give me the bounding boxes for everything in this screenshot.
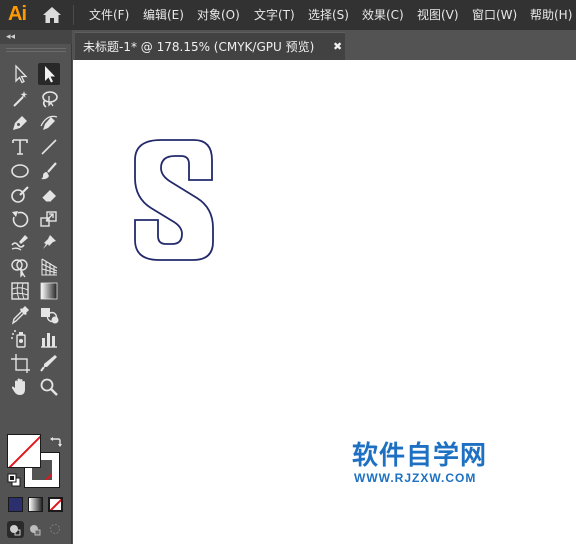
menu-divider [73, 5, 74, 25]
blend-icon [41, 308, 59, 324]
eraser-icon [41, 190, 56, 203]
watermark-url: WWW.RJZXW.COM [354, 471, 477, 485]
swap-colors-icon[interactable] [48, 435, 62, 449]
pen-icon [13, 116, 27, 130]
none-color-slash [8, 435, 40, 467]
slice-knife-icon [40, 355, 57, 372]
blend-tool[interactable] [38, 304, 60, 326]
hand-icon [11, 378, 25, 395]
ellipse-tool[interactable] [9, 160, 31, 182]
puppet-warp-tool[interactable] [38, 232, 60, 254]
menu-effect[interactable]: 效果(C) [362, 7, 404, 23]
pin-icon [43, 235, 56, 249]
artboard-tool[interactable] [9, 352, 31, 374]
gradient-mode-button[interactable] [28, 497, 43, 512]
direct-selection-icon [45, 66, 55, 83]
letter-s-outline[interactable] [125, 132, 235, 282]
blob-brush-icon [11, 186, 29, 203]
direct-selection-tool[interactable] [38, 63, 60, 85]
rotate-tool[interactable] [9, 208, 31, 230]
slice-tool[interactable] [38, 352, 60, 374]
gradient-icon [40, 282, 58, 300]
scale-icon [40, 211, 57, 227]
type-icon [12, 139, 28, 155]
document-tab[interactable]: 未标题-1* @ 178.15% (CMYK/GPU 预览) ✖ [75, 32, 345, 60]
close-icon[interactable]: ✖ [333, 39, 342, 55]
selection-tool[interactable] [9, 63, 31, 85]
app-logo: Ai [8, 3, 27, 25]
eraser-tool[interactable] [38, 184, 60, 206]
menu-window[interactable]: 窗口(W) [472, 7, 517, 23]
draw-inside-icon[interactable] [47, 521, 64, 538]
eyedropper-tool[interactable] [9, 304, 31, 326]
gradient-tool[interactable] [38, 280, 60, 302]
tools-panel: ◂◂ [0, 30, 72, 544]
eyedropper-icon [11, 306, 29, 325]
menu-object[interactable]: 对象(O) [197, 7, 240, 23]
mesh-icon [11, 282, 29, 300]
column-graph-icon [41, 333, 57, 348]
paintbrush-icon [41, 162, 57, 180]
warp-icon [11, 235, 28, 251]
scale-tool[interactable] [38, 208, 60, 230]
paintbrush-tool[interactable] [38, 160, 60, 182]
zoom-tool[interactable] [38, 376, 60, 398]
menu-edit[interactable]: 编辑(E) [143, 7, 184, 23]
warp-tool[interactable] [9, 232, 31, 254]
tools-panel-header[interactable]: ◂◂ [0, 30, 72, 44]
line-tool[interactable] [38, 136, 60, 158]
artboard-icon [11, 354, 30, 373]
menu-select[interactable]: 选择(S) [308, 7, 349, 23]
color-mode-button[interactable] [8, 497, 23, 512]
illustrator-window: Ai 文件(F) 编辑(E) 对象(O) 文字(T) 选择(S) 效果(C) 视… [0, 0, 576, 544]
document-tab-title: 未标题-1* @ 178.15% (CMYK/GPU 预览) [83, 40, 315, 54]
menu-view[interactable]: 视图(V) [417, 7, 459, 23]
selection-arrow-icon [15, 64, 28, 84]
panel-grip[interactable] [6, 48, 66, 52]
mesh-tool[interactable] [9, 280, 31, 302]
hand-tool[interactable] [9, 376, 31, 398]
symbol-sprayer-icon [11, 330, 26, 348]
default-colors-icon[interactable] [7, 473, 21, 487]
type-tool[interactable] [9, 136, 31, 158]
curvature-icon [40, 115, 58, 130]
none-mode-button[interactable] [48, 497, 63, 512]
shape-builder-icon [11, 259, 28, 278]
collapse-icon[interactable]: ◂◂ [6, 31, 15, 43]
menu-bar: Ai 文件(F) 编辑(E) 对象(O) 文字(T) 选择(S) 效果(C) 视… [0, 0, 576, 30]
curvature-tool[interactable] [38, 112, 60, 134]
home-icon[interactable] [42, 6, 62, 24]
magic-wand-tool[interactable] [9, 88, 31, 110]
artboard-canvas[interactable]: 软件自学网 WWW.RJZXW.COM [73, 60, 576, 544]
rotate-icon [12, 211, 29, 228]
perspective-grid-tool[interactable] [38, 256, 60, 278]
magic-wand-icon [13, 91, 28, 107]
perspective-grid-icon [41, 258, 58, 276]
menu-file[interactable]: 文件(F) [89, 7, 129, 23]
ellipse-icon [11, 164, 29, 178]
draw-behind-icon[interactable] [27, 521, 44, 538]
lasso-tool[interactable] [38, 88, 60, 110]
line-segment-icon [41, 139, 57, 155]
draw-normal-icon[interactable] [7, 521, 24, 538]
menu-type[interactable]: 文字(T) [254, 7, 295, 23]
fill-color-swatch[interactable] [7, 434, 41, 468]
document-tab-bar: 未标题-1* @ 178.15% (CMYK/GPU 预览) ✖ [72, 30, 576, 60]
menu-help[interactable]: 帮助(H) [530, 7, 572, 23]
blob-brush-tool[interactable] [9, 184, 31, 206]
magnifier-icon [40, 378, 58, 396]
pen-tool[interactable] [9, 112, 31, 134]
lasso-icon [42, 91, 58, 108]
column-graph-tool[interactable] [38, 328, 60, 350]
symbol-sprayer-tool[interactable] [9, 328, 31, 350]
watermark-title: 软件自学网 [352, 441, 488, 471]
shape-builder-tool[interactable] [9, 256, 31, 278]
